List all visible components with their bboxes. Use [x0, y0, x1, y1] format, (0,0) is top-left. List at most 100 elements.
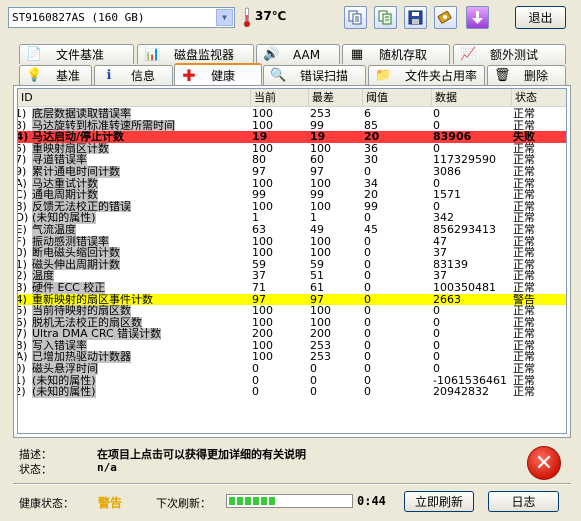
worst-value: 59	[310, 258, 324, 271]
progress-segment	[253, 497, 259, 505]
table-row[interactable]: 0C) 通电周期计数 99 99 20 1571 正常	[18, 189, 566, 201]
threshold-value: 0	[364, 305, 371, 317]
table-row[interactable]: BF) 振动感测错误率 100 100 0 47 正常	[18, 235, 566, 248]
header-current[interactable]: 当前	[251, 89, 309, 107]
status-value: 正常	[513, 351, 535, 364]
tab-folder-usage[interactable]: 📁 文件夹占用率	[368, 65, 485, 85]
progress-segment	[229, 497, 235, 505]
options-button[interactable]	[434, 6, 457, 29]
header-worst[interactable]: 最差	[309, 89, 363, 107]
table-row[interactable]: BE) 气流温度 63 49 45 856293413 正常	[18, 223, 566, 236]
table-row[interactable]: 05) 重映射扇区计数 100 100 36 0 正常	[18, 142, 566, 155]
copy-all-button[interactable]	[374, 6, 397, 29]
progress-segment	[245, 497, 251, 505]
current-value: 1	[252, 212, 259, 224]
attribute-name: 重映射扇区计数	[32, 142, 109, 155]
table-row[interactable]: 04)马达启动/停止计数19192083906失败	[18, 131, 566, 143]
description-text: 在项目上点击可以获得更加详细的有关说明	[97, 448, 306, 461]
worst-value: 99	[310, 189, 324, 201]
attribute-id: 0C)	[18, 189, 27, 201]
status-value: 正常	[513, 316, 535, 329]
table-row[interactable]: CA) 已增加热驱动计数器 100 253 0 0 正常	[18, 351, 566, 364]
refresh-now-button[interactable]: 立即刷新	[404, 491, 474, 512]
attribute-name: 累计通电时间计数	[32, 165, 120, 178]
table-row[interactable]: C0) 断电磁头缩回计数 100 100 0 37 正常	[18, 247, 566, 259]
table-row[interactable]: 07) 寻道错误率 80 60 30 117329590 正常	[18, 154, 566, 166]
threshold-value: 30	[364, 154, 378, 166]
drive-select[interactable]: ST9160827AS (160 GB) ▼	[8, 7, 235, 28]
table-row[interactable]: C5) 当前待映射的扇区数 100 100 0 0 正常	[18, 305, 566, 317]
chevron-down-icon[interactable]: ▼	[216, 9, 233, 26]
attribute-name-cell: C1) 磁头伸出周期计数	[18, 258, 251, 271]
status-value: 正常	[513, 212, 535, 224]
divider	[13, 483, 571, 485]
exit-button[interactable]: 退出	[515, 6, 566, 29]
raw-data-value: 0	[433, 200, 440, 213]
table-row[interactable]: BD)(未知的属性)110342正常	[18, 212, 566, 224]
header-status[interactable]: 状态	[512, 89, 566, 107]
attribute-name: (未知的属性)	[32, 386, 96, 398]
save-icon	[408, 10, 423, 25]
smart-attributes-table[interactable]: ID 当前 最差 阈值 数据 状态 01)底层数据读取错误率10025360正常…	[17, 88, 567, 434]
worst-value: 19	[310, 131, 326, 143]
attribute-id: 03)	[18, 119, 27, 132]
threshold-value: 6	[364, 108, 371, 120]
header-threshold[interactable]: 阈值	[363, 89, 432, 107]
table-row[interactable]: B8) 反馈无法校正的错误 100 100 99 0 正常	[18, 200, 566, 213]
table-row[interactable]: C7) Ultra DMA CRC 错误计数 200 200 0 0 正常	[18, 328, 566, 340]
status-value: 正常	[513, 386, 535, 398]
attribute-id: F2)	[18, 386, 26, 398]
current-value: 100	[252, 108, 273, 120]
threshold-value: 0	[364, 386, 371, 398]
table-body: 01)底层数据读取错误率10025360正常03)马达旋转到标准转速所需时间10…	[18, 108, 566, 398]
tab-aam[interactable]: 🔊 AAM	[256, 44, 340, 64]
table-row[interactable]: C3) 硬件 ECC 校正 71 61 0 100350481 正常	[18, 281, 566, 294]
header-data[interactable]: 数据	[432, 89, 512, 107]
threshold-value: 0	[364, 328, 371, 340]
status-value: 警告	[513, 293, 535, 306]
attribute-name: 反馈无法校正的错误	[32, 200, 131, 213]
table-row[interactable]: 03) 马达旋转到标准转速所需时间 100 99 85 0 正常	[18, 119, 566, 132]
current-value: 100	[252, 177, 273, 190]
attribute-name: (未知的属性)	[32, 212, 96, 224]
tab-disk-monitor[interactable]: 📊 磁盘监视器	[137, 44, 254, 64]
attribute-id: C3)	[18, 281, 27, 294]
tab-health[interactable]: ✚ 健康	[174, 63, 262, 85]
scroll-down-button[interactable]	[466, 6, 489, 29]
tab-error-scan[interactable]: 🔍 错误扫描	[263, 65, 366, 85]
worst-value: 100	[310, 142, 331, 155]
table-row[interactable]: C1) 磁头伸出周期计数 59 59 0 83139 正常	[18, 258, 566, 271]
tab-file-benchmark[interactable]: 📄 文件基准	[19, 44, 134, 64]
table-row[interactable]: 0A) 马达重试计数 100 100 34 0 正常	[18, 177, 566, 190]
table-row[interactable]: 09) 累计通电时间计数 97 97 0 3086 正常	[18, 165, 566, 178]
tab-info[interactable]: ℹ 信息	[94, 65, 173, 85]
tab-benchmark[interactable]: 💡 基准	[19, 65, 92, 85]
copy-button[interactable]	[344, 6, 367, 29]
threshold-value: 0	[364, 316, 371, 329]
table-row[interactable]: F1) (未知的属性) 0 0 0 -1061536461 正常	[18, 374, 566, 387]
table-row[interactable]: 01) 底层数据读取错误率 100 253 6 0 正常	[18, 108, 566, 120]
table-row[interactable]: F0) 磁头悬浮时间 0 0 0 0 正常	[18, 363, 566, 375]
worst-value: 0	[310, 374, 317, 387]
attribute-name-cell: 05) 重映射扇区计数	[18, 142, 251, 155]
tab-erase[interactable]: 🗑 删除	[487, 65, 566, 85]
save-button[interactable]	[404, 6, 427, 29]
status-value: 正常	[513, 247, 535, 259]
status-value: 正常	[513, 119, 535, 132]
attribute-id: C2)	[18, 270, 27, 282]
current-value: 100	[252, 339, 273, 352]
table-row[interactable]: F2) (未知的属性) 0 0 0 20942832 正常	[18, 386, 566, 398]
table-row[interactable]: C4) 重新映射的扇区事件计数 97 97 0 2663 警告	[18, 293, 566, 306]
raw-data-value: 37	[433, 247, 447, 259]
attribute-name-cell: 01) 底层数据读取错误率	[18, 108, 251, 120]
threshold-value: 0	[364, 281, 371, 294]
table-row[interactable]: C2) 温度 37 51 0 37 正常	[18, 270, 566, 282]
log-button[interactable]: 日志	[488, 491, 559, 512]
attribute-name: 已增加热驱动计数器	[32, 351, 131, 364]
header-id[interactable]: ID	[18, 89, 251, 107]
worst-value: 97	[310, 293, 324, 306]
table-row[interactable]: C8) 写入错误率 100 253 0 0 正常	[18, 339, 566, 352]
table-row[interactable]: C6) 脱机无法校正的扇区数 100 100 0 0 正常	[18, 316, 566, 329]
tab-extra-tests[interactable]: 📈 额外测试	[453, 44, 566, 64]
tab-random-access[interactable]: ▦ 随机存取	[342, 44, 450, 64]
